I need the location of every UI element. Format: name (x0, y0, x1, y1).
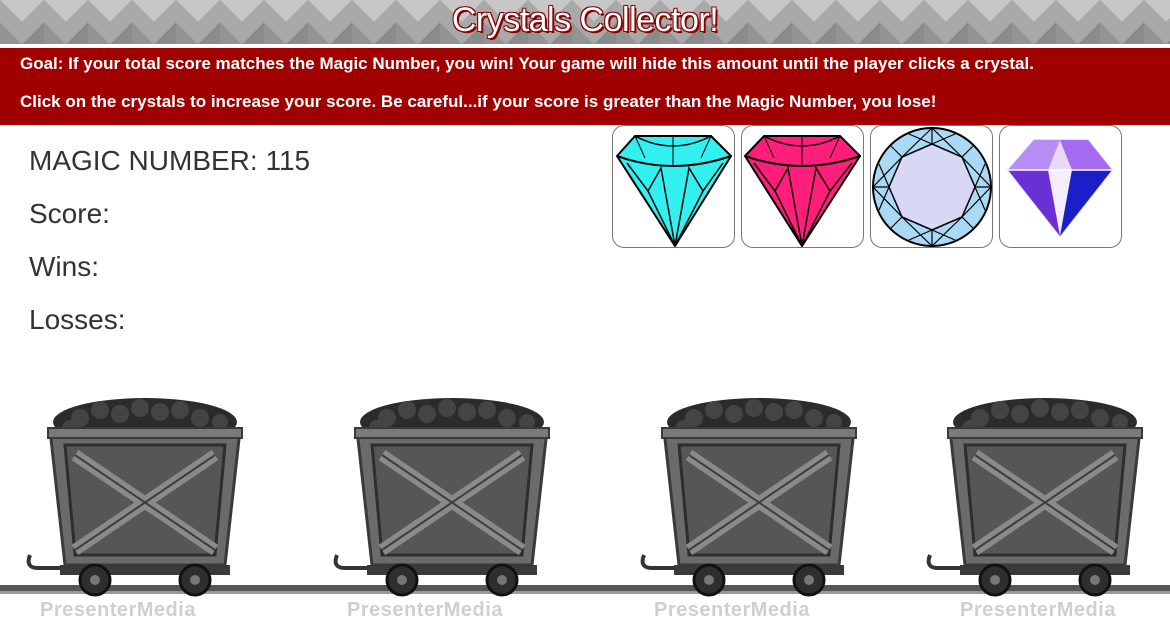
mine-cart-icon (26, 398, 243, 597)
watermark-text: PresenterMedia (960, 599, 1116, 621)
crystal-buttons (612, 125, 1132, 250)
purple-crystal-icon (1007, 139, 1113, 238)
mine-cart-icon (333, 398, 550, 597)
mine-cart-icon (640, 398, 857, 597)
pink-crystal-icon (743, 135, 862, 247)
cyan-crystal-button[interactable] (612, 125, 735, 248)
watermark-text: PresenterMedia (654, 599, 810, 621)
pink-crystal-button[interactable] (741, 125, 864, 248)
score-row: Score: (29, 194, 310, 247)
purple-crystal-button[interactable] (999, 125, 1122, 248)
cyan-crystal-icon (615, 135, 733, 247)
lavender-crystal-icon (872, 127, 992, 247)
instructions-banner: Goal: If your total score matches the Ma… (0, 48, 1170, 125)
watermark-text: PresenterMedia (347, 599, 503, 621)
mine-cart-icon (926, 398, 1143, 597)
goal-text: Goal: If your total score matches the Ma… (20, 54, 1034, 73)
mine-cart-scene: PresenterMedia PresenterMedia PresenterM… (0, 380, 1170, 621)
stats-panel: MAGIC NUMBER: 115 Score: Wins: Losses: (29, 141, 310, 353)
lavender-crystal-button[interactable] (870, 125, 993, 248)
rules-text: Click on the crystals to increase your s… (20, 92, 937, 111)
game-title: Crystals Collector! (451, 1, 719, 39)
losses-row: Losses: (29, 300, 310, 353)
watermark-text: PresenterMedia (40, 599, 196, 621)
wins-row: Wins: (29, 247, 310, 300)
losses-label: Losses: (29, 304, 126, 335)
wins-label: Wins: (29, 251, 99, 282)
score-label: Score: (29, 198, 110, 229)
magic-number-label: MAGIC NUMBER: (29, 145, 266, 176)
magic-number-row: MAGIC NUMBER: 115 (29, 141, 310, 194)
magic-number-value: 115 (265, 145, 311, 176)
